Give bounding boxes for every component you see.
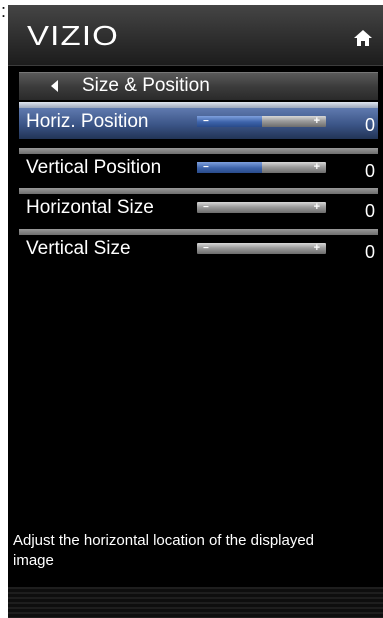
row-body: Vertical Position − + 0: [19, 154, 378, 185]
vertical-size-slider[interactable]: − +: [197, 243, 326, 254]
menu-row-vertical-position[interactable]: Vertical Position − + 0: [19, 148, 378, 185]
row-value: 0: [364, 115, 375, 135]
minus-icon: −: [203, 243, 209, 254]
row-body: Vertical Size − + 0: [19, 235, 378, 266]
brand-text: VIZIO: [27, 22, 119, 48]
plus-icon: +: [313, 242, 320, 254]
minus-icon: −: [203, 202, 209, 213]
plus-icon: +: [313, 115, 320, 127]
horiz-position-slider[interactable]: − +: [197, 116, 326, 127]
horizontal-size-slider[interactable]: − +: [197, 202, 326, 213]
row-body: Horizontal Size − + 0: [19, 194, 378, 225]
breadcrumb-title: Size & Position: [82, 75, 210, 96]
row-label: Horizontal Size: [26, 197, 154, 218]
row-label: Horiz. Position: [26, 111, 149, 132]
help-text: Adjust the horizontal location of the di…: [13, 532, 315, 569]
row-body: Horiz. Position − + 0: [19, 108, 378, 139]
row-value: 0: [364, 201, 375, 221]
plus-icon: +: [313, 201, 320, 213]
footer-bar: [8, 587, 383, 618]
vizio-logo: VIZIO: [27, 22, 119, 48]
menu-row-horizontal-size[interactable]: Horizontal Size − + 0: [19, 188, 378, 225]
back-arrow-icon[interactable]: [51, 80, 58, 92]
minus-icon: −: [203, 162, 209, 173]
row-value: 0: [364, 242, 375, 262]
page-colon: :: [1, 1, 7, 21]
row-value: 0: [364, 161, 375, 181]
row-label: Vertical Position: [26, 157, 162, 178]
breadcrumb: Size & Position: [19, 72, 378, 100]
plus-icon: +: [313, 161, 320, 173]
menu-row-vertical-size[interactable]: Vertical Size − + 0: [19, 229, 378, 266]
menu-row-horiz-position[interactable]: Horiz. Position − + 0: [19, 102, 378, 139]
home-icon[interactable]: [353, 29, 373, 47]
header-bar: VIZIO: [8, 5, 383, 66]
minus-icon: −: [203, 116, 209, 127]
tv-menu-panel: VIZIO Size & Position Horiz. Position − …: [8, 5, 383, 618]
vertical-position-slider[interactable]: − +: [197, 162, 326, 173]
row-label: Vertical Size: [26, 238, 131, 259]
